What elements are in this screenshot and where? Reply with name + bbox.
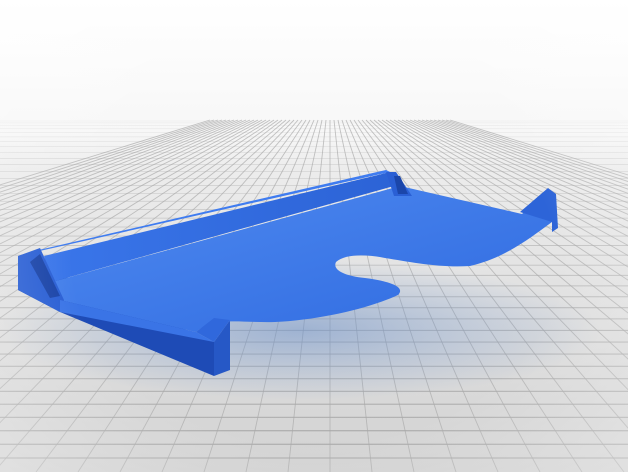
vignette	[0, 0, 628, 472]
render-canvas	[0, 0, 628, 472]
model-viewport[interactable]	[0, 0, 628, 472]
